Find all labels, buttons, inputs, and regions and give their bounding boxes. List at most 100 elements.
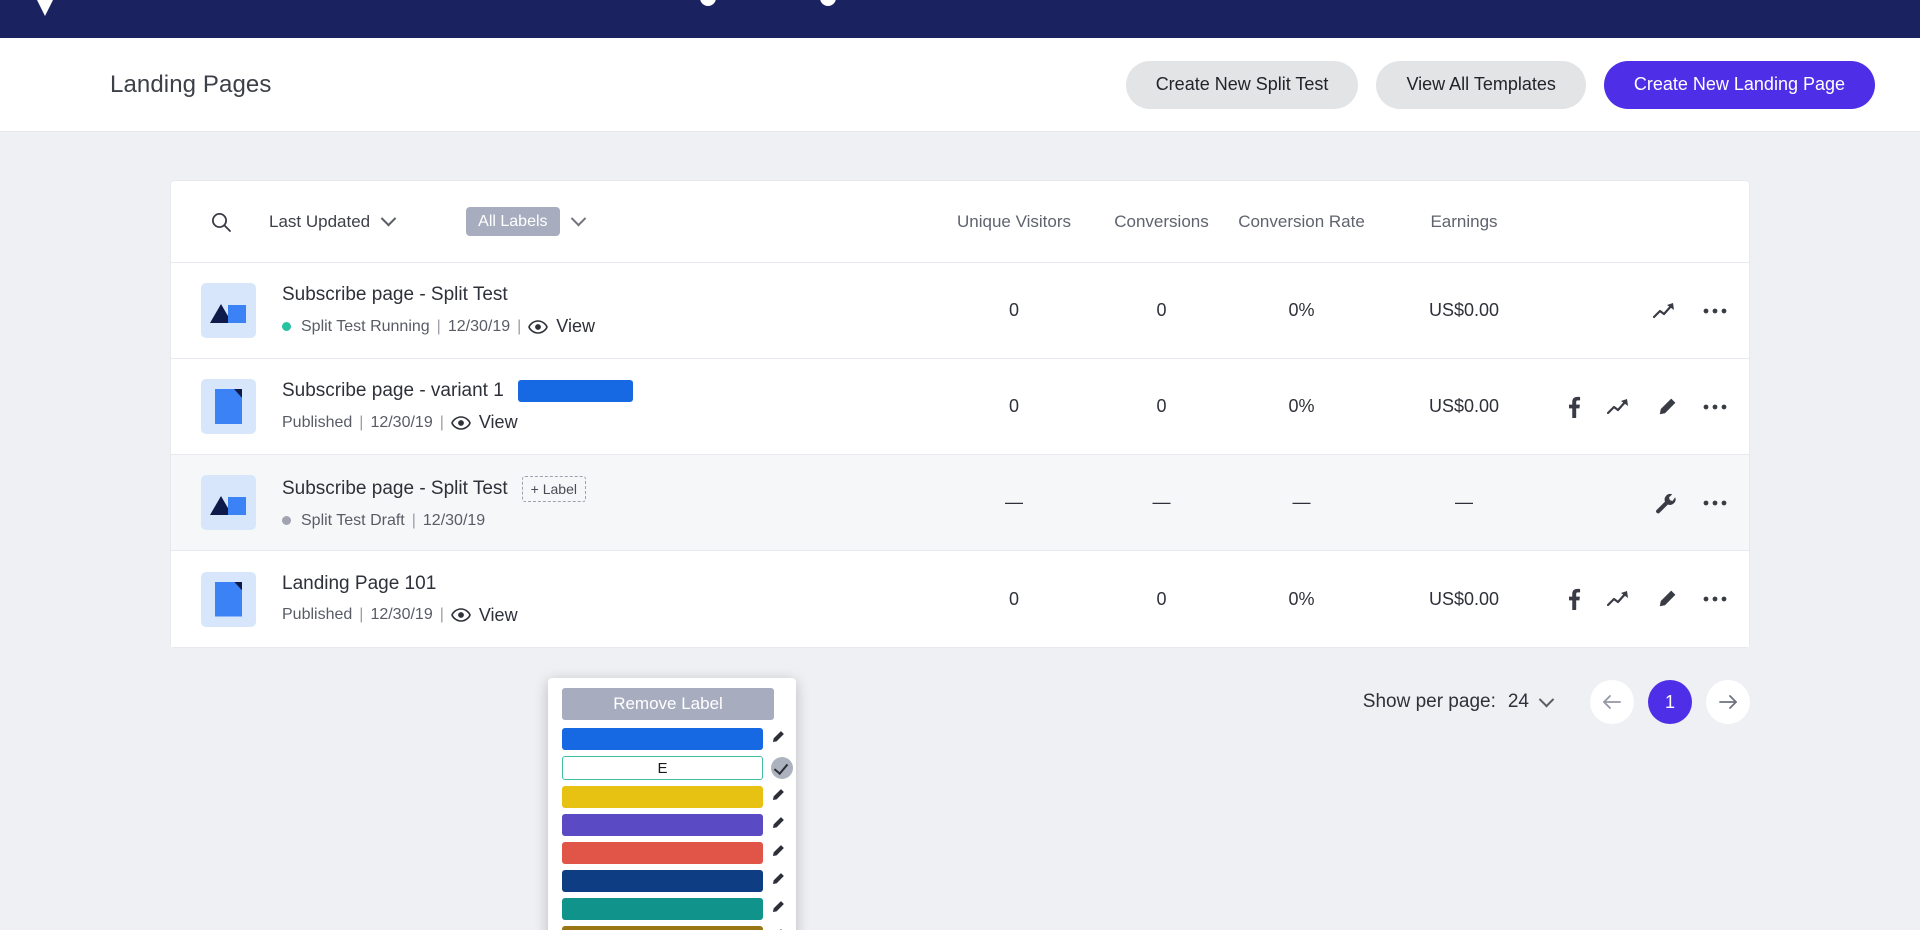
label-swatch[interactable] (562, 842, 763, 864)
row-actions (1549, 396, 1749, 418)
row-meta: Published | 12/30/19 | View (282, 605, 518, 626)
label-swatch[interactable] (562, 728, 763, 750)
pencil-icon[interactable] (1657, 589, 1677, 609)
create-new-split-test-button[interactable]: Create New Split Test (1125, 60, 1359, 109)
table-toolbar: Last Updated All Labels Unique Visitors … (171, 181, 1749, 263)
sort-dropdown[interactable]: Last Updated (269, 210, 397, 232)
table-row[interactable]: Subscribe page - Split Test + Label Spli… (171, 455, 1749, 551)
chevron-down-icon (380, 210, 397, 227)
previous-page-button[interactable] (1590, 680, 1634, 724)
meta-separator: | (359, 606, 364, 623)
row-title-line: Subscribe page - Split Test (282, 284, 595, 306)
table-row[interactable]: Landing Page 101 Published | 12/30/19 | … (171, 551, 1749, 647)
label-filter-badge: All Labels (466, 206, 560, 237)
pencil-icon[interactable] (771, 844, 787, 863)
meta-separator: | (411, 511, 416, 529)
more-icon[interactable] (1703, 500, 1727, 506)
page-title: Landing Pages (110, 70, 272, 98)
table-row[interactable]: Subscribe page - variant 1 Published | 1… (171, 359, 1749, 455)
page-number-button[interactable]: 1 (1648, 680, 1692, 724)
view-link[interactable]: View (451, 412, 518, 433)
view-all-templates-button[interactable]: View All Templates (1376, 60, 1586, 109)
document-shape-icon (215, 581, 242, 617)
metric-unique-visitors: 0 (1008, 300, 1019, 320)
pagination: Show per page: 24 1 (170, 680, 1750, 724)
metric-earnings: US$0.00 (1428, 300, 1500, 320)
show-per-page-dropdown[interactable]: Show per page: 24 (1363, 691, 1555, 713)
confirm-label-button[interactable] (771, 757, 793, 779)
column-headers: Unique Visitors Conversions Conversion R… (929, 212, 1749, 232)
metric-conversions: 0 (1156, 396, 1167, 416)
label-swatch-row (562, 786, 787, 808)
search-icon[interactable] (201, 211, 241, 233)
label-name-input[interactable] (562, 756, 763, 780)
pencil-icon[interactable] (771, 900, 787, 919)
label-swatch[interactable] (562, 870, 763, 892)
create-new-landing-page-button[interactable]: Create New Landing Page (1603, 60, 1875, 109)
trend-icon[interactable] (1607, 590, 1631, 608)
row-date: 12/30/19 (447, 317, 511, 335)
metric-conversions: — (1152, 492, 1171, 512)
view-link[interactable]: View (451, 605, 518, 626)
column-header-conversions: Conversions (1114, 211, 1209, 231)
row-title[interactable]: Subscribe page - Split Test (282, 284, 508, 306)
remove-label-button[interactable]: Remove Label (562, 688, 774, 720)
row-date: 12/30/19 (370, 413, 433, 431)
nav-item-icon-1[interactable] (700, 0, 716, 6)
document-icon (201, 379, 256, 434)
row-title[interactable]: Subscribe page - Split Test (282, 478, 508, 500)
label-swatch[interactable] (562, 926, 763, 930)
nav-item-icon-2[interactable] (820, 0, 836, 6)
metric-conversions: 0 (1156, 588, 1167, 609)
row-metrics: 0 0 0% US$0.00 (929, 300, 1749, 321)
pencil-icon[interactable] (771, 816, 787, 835)
label-picker-popup: Remove Label (548, 678, 796, 930)
pencil-icon[interactable] (771, 730, 787, 749)
wrench-icon[interactable] (1655, 492, 1677, 514)
meta-separator: | (517, 317, 522, 335)
square-shape-icon (228, 497, 246, 515)
pencil-icon[interactable] (1657, 397, 1677, 417)
status-dot-icon (282, 322, 291, 331)
label-swatch[interactable] (562, 814, 763, 836)
facebook-icon[interactable] (1567, 396, 1581, 418)
split-test-icon (201, 283, 256, 338)
metric-conversion-rate: — (1292, 492, 1311, 512)
label-filter-dropdown[interactable]: All Labels (466, 206, 586, 237)
label-swatch-row (562, 814, 787, 836)
label-swatch[interactable] (562, 786, 763, 808)
row-info: Subscribe page - Split Test + Label Spli… (282, 475, 586, 530)
table-row[interactable]: Subscribe page - Split Test Split Test R… (171, 263, 1749, 359)
next-page-button[interactable] (1706, 680, 1750, 724)
trend-icon[interactable] (1653, 302, 1677, 320)
metric-earnings: — (1455, 492, 1473, 512)
metric-unique-visitors: 0 (1008, 588, 1019, 609)
landing-pages-table: Last Updated All Labels Unique Visitors … (170, 180, 1750, 648)
row-title[interactable]: Subscribe page - variant 1 (282, 380, 504, 402)
document-shape-icon (215, 389, 242, 424)
more-icon[interactable] (1703, 596, 1727, 602)
view-link[interactable]: View (528, 316, 595, 337)
trend-icon[interactable] (1607, 398, 1631, 416)
row-status: Published (282, 606, 353, 623)
row-title-line: Subscribe page - Split Test + Label (282, 475, 586, 502)
triangle-logo-icon[interactable] (30, 0, 60, 16)
column-header-conversion-rate: Conversion Rate (1238, 211, 1365, 231)
pencil-icon[interactable] (771, 788, 787, 807)
add-label-button[interactable]: + Label (521, 475, 586, 502)
facebook-icon[interactable] (1567, 588, 1581, 610)
row-title[interactable]: Landing Page 101 (282, 573, 436, 595)
label-swatch[interactable] (562, 898, 763, 920)
row-metrics: — — — — (929, 492, 1749, 514)
label-swatch-row (562, 898, 787, 920)
view-link-label: View (556, 316, 595, 336)
chevron-down-icon (1538, 691, 1555, 707)
more-icon[interactable] (1703, 404, 1727, 410)
row-actions (1549, 492, 1749, 514)
pencil-icon[interactable] (771, 872, 787, 891)
arrow-left-icon (1603, 695, 1621, 709)
more-icon[interactable] (1703, 308, 1727, 314)
page-buttons: 1 (1590, 680, 1750, 724)
view-link-label: View (478, 412, 518, 432)
label-badge[interactable] (517, 380, 633, 402)
